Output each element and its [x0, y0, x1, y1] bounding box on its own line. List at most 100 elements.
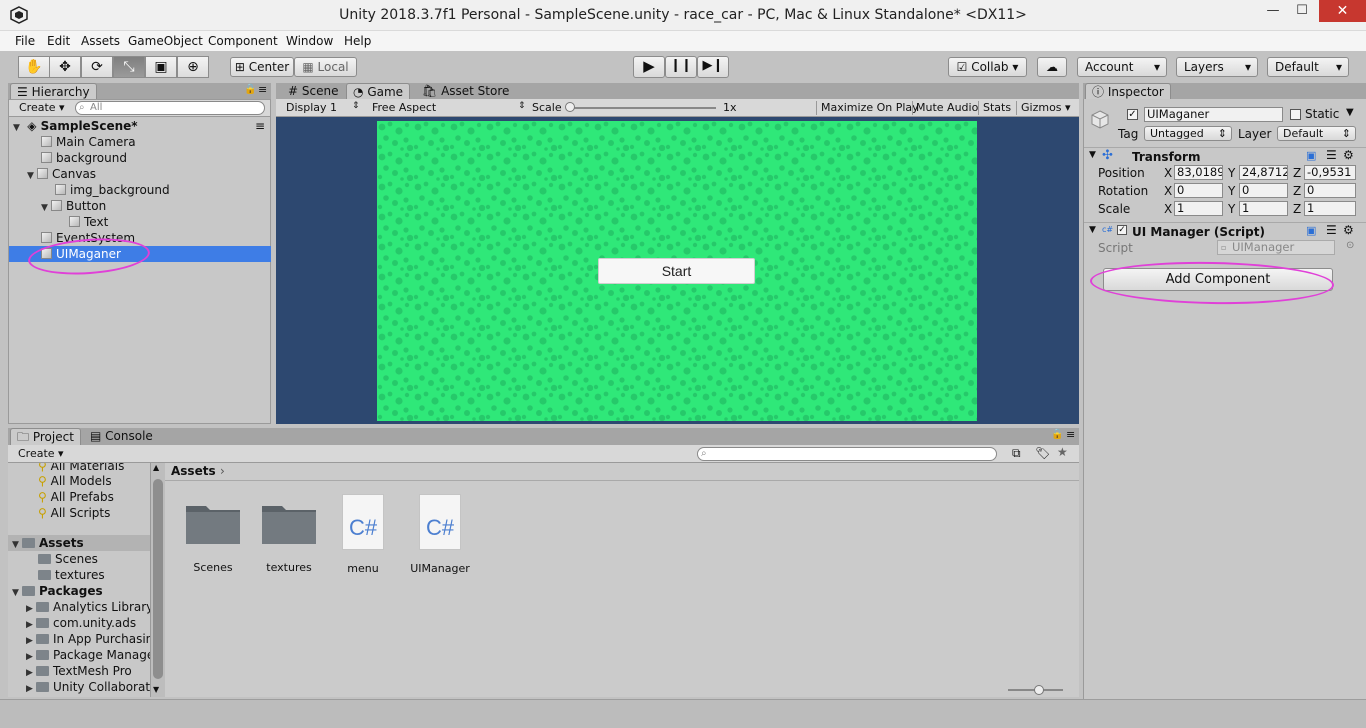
tree-folder-textures[interactable]: textures [8, 567, 150, 583]
static-checkbox[interactable] [1290, 109, 1301, 120]
display-dropdown[interactable]: Display 1 [286, 101, 337, 115]
collapse-arrow-icon[interactable]: ▼ [1089, 150, 1096, 160]
tree-assets-header[interactable]: ▼ Assets [8, 535, 150, 551]
step-button[interactable]: ▶❙ [697, 56, 729, 78]
lock-icon[interactable]: 🔒 [1051, 429, 1063, 440]
hierarchy-item-img-background[interactable]: img_background [9, 182, 271, 198]
filter-type-icon[interactable]: ⧉ [1012, 446, 1021, 461]
layers-dropdown[interactable]: Layers ▾ [1176, 57, 1258, 77]
component-enabled-checkbox[interactable]: ✓ [1117, 225, 1127, 235]
project-create-dropdown[interactable]: Create ▾ [18, 447, 64, 461]
menu-file[interactable]: File [15, 34, 35, 48]
play-button[interactable]: ▶ [633, 56, 665, 78]
hierarchy-item-main-camera[interactable]: Main Camera [9, 134, 271, 150]
cloud-button[interactable]: ☁ [1037, 57, 1067, 77]
hand-tool-icon[interactable]: ✋ [18, 56, 50, 78]
tree-package-analytics[interactable]: ▶ Analytics Library [8, 599, 150, 615]
filter-label-icon[interactable]: 🏷 [1035, 446, 1050, 460]
object-picker-icon[interactable]: ⊙ [1346, 240, 1354, 251]
transform-tool-icon[interactable]: ⊕ [177, 56, 209, 78]
object-name-field[interactable]: UIMaganer [1144, 107, 1283, 122]
pause-button[interactable]: ❙❙ [665, 56, 697, 78]
rotation-z-field[interactable]: 0 [1304, 183, 1356, 198]
maximize-on-play-toggle[interactable]: Maximize On Play [816, 101, 919, 115]
menu-assets[interactable]: Assets [81, 34, 120, 48]
space-local-button[interactable]: ▦ Local [294, 57, 357, 77]
hierarchy-create-dropdown[interactable]: Create ▾ [19, 101, 65, 115]
layout-dropdown[interactable]: Default ▾ [1267, 57, 1349, 77]
tab-scene[interactable]: # Scene [282, 83, 344, 100]
scale-tool-icon[interactable]: ⤡ [113, 56, 145, 78]
pivot-center-button[interactable]: ⊞ Center [230, 57, 294, 77]
tree-package-collaborate[interactable]: ▶ Unity Collaborate [8, 679, 150, 695]
project-search-input[interactable]: ⌕ [697, 447, 997, 461]
tree-folder-scenes[interactable]: Scenes [8, 551, 150, 567]
preset-icon[interactable]: ☰ [1326, 148, 1337, 162]
gizmos-dropdown[interactable]: Gizmos ▾ [1016, 101, 1071, 115]
scale-slider[interactable] [568, 107, 716, 109]
hierarchy-item-text[interactable]: Text [9, 214, 271, 230]
help-book-icon[interactable]: ▣ [1306, 224, 1316, 237]
favorite-all-prefabs[interactable]: ⚲ All Prefabs [8, 489, 150, 505]
game-canvas[interactable]: Start [377, 121, 977, 421]
menu-edit[interactable]: Edit [47, 34, 70, 48]
panel-menu-icon[interactable]: ≡ [1066, 428, 1075, 441]
position-y-field[interactable]: 24,8712 [1239, 165, 1288, 180]
gear-icon[interactable]: ⚙ [1343, 223, 1354, 237]
menu-window[interactable]: Window [286, 34, 333, 48]
maximize-button[interactable]: ☐ [1287, 0, 1317, 22]
collapse-arrow-icon[interactable]: ▼ [1089, 225, 1096, 235]
scale-z-field[interactable]: 1 [1304, 201, 1356, 216]
close-button[interactable]: ✕ [1319, 0, 1366, 22]
menu-component[interactable]: Component [208, 34, 278, 48]
rect-tool-icon[interactable]: ▣ [145, 56, 177, 78]
start-button[interactable]: Start [598, 258, 755, 284]
hierarchy-item-background[interactable]: background [9, 150, 271, 166]
move-tool-icon[interactable]: ✥ [49, 56, 81, 78]
scroll-down-icon[interactable]: ▼ [153, 685, 159, 694]
collab-button[interactable]: ☑ Collab ▾ [948, 57, 1027, 77]
gear-icon[interactable]: ⚙ [1343, 148, 1354, 162]
asset-folder-scenes[interactable]: Scenes [178, 500, 248, 574]
scrollbar-thumb[interactable] [153, 479, 163, 679]
scene-menu-icon[interactable]: ≡ [255, 118, 265, 134]
tree-package-manager[interactable]: ▶Package Manager UI [8, 647, 150, 663]
rotate-tool-icon[interactable]: ⟳ [81, 56, 113, 78]
icon-size-slider-handle[interactable] [1034, 685, 1044, 695]
tab-hierarchy[interactable]: ☰ Hierarchy [10, 83, 97, 100]
account-dropdown[interactable]: Account ▾ [1077, 57, 1167, 77]
tree-package-textmesh[interactable]: ▶ TextMesh Pro [8, 663, 150, 679]
hierarchy-item-canvas[interactable]: ▼ Canvas [9, 166, 271, 182]
tab-asset-store[interactable]: 🛍 Asset Store [416, 83, 515, 100]
scene-row[interactable]: ▼ ◈ SampleScene* ≡ [9, 118, 271, 134]
scroll-up-icon[interactable]: ▲ [153, 463, 159, 472]
help-book-icon[interactable]: ▣ [1306, 149, 1316, 162]
position-z-field[interactable]: -0,9531 [1304, 165, 1356, 180]
tab-console[interactable]: ▤ Console [84, 428, 159, 445]
scale-slider-handle[interactable] [565, 102, 575, 112]
project-tree-scrollbar[interactable]: ▲ ▼ [150, 463, 165, 697]
favorite-all-scripts[interactable]: ⚲ All Scripts [8, 505, 150, 521]
hierarchy-search-input[interactable]: ⌕ All [75, 101, 265, 115]
aspect-dropdown[interactable]: Free Aspect [372, 101, 436, 115]
asset-folder-textures[interactable]: textures [254, 500, 324, 574]
minimize-button[interactable]: — [1258, 0, 1288, 22]
menu-gameobject[interactable]: GameObject [128, 34, 203, 48]
tab-inspector[interactable]: ⓘ Inspector [1085, 83, 1171, 100]
favorite-all-models[interactable]: ⚲ All Models [8, 473, 150, 489]
scale-x-field[interactable]: 1 [1174, 201, 1223, 216]
scale-y-field[interactable]: 1 [1239, 201, 1288, 216]
active-checkbox[interactable]: ✓ [1127, 109, 1138, 120]
favorite-star-icon[interactable]: ★ [1057, 445, 1068, 459]
rotation-y-field[interactable]: 0 [1239, 183, 1288, 198]
rotation-x-field[interactable]: 0 [1174, 183, 1223, 198]
static-dropdown-icon[interactable]: ▼ [1346, 107, 1354, 118]
menu-help[interactable]: Help [344, 34, 371, 48]
tag-dropdown[interactable]: Untagged ⇕ [1144, 126, 1232, 141]
panel-menu-icon[interactable]: ≡ [258, 83, 267, 96]
tree-package-ads[interactable]: ▶ com.unity.ads [8, 615, 150, 631]
tab-project[interactable]: 🗀 Project [10, 428, 81, 445]
layer-dropdown[interactable]: Default ⇕ [1277, 126, 1356, 141]
asset-script-menu[interactable]: C# menu [328, 494, 398, 575]
lock-icon[interactable]: 🔒 [244, 84, 256, 95]
